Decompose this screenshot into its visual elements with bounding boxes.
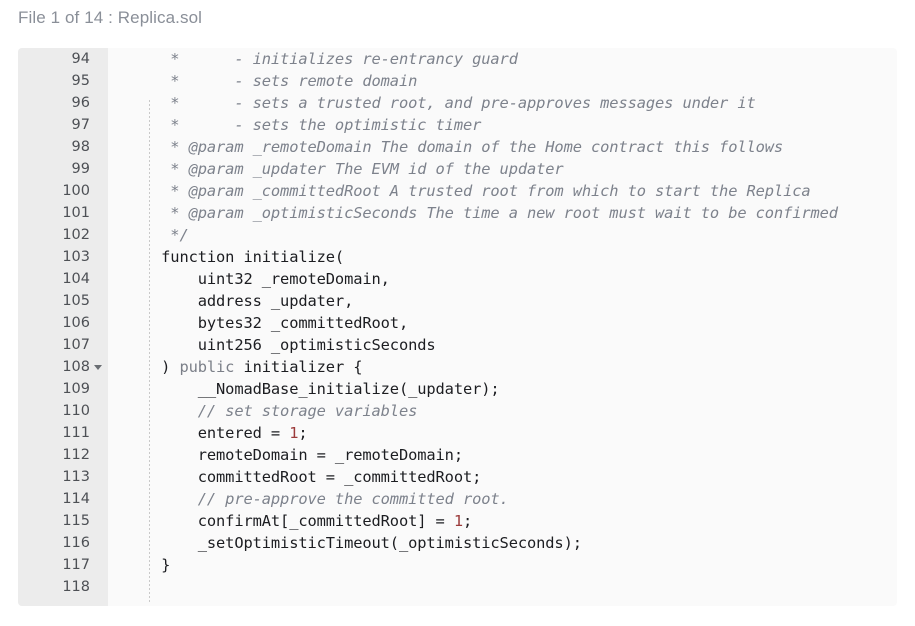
code-line-row: 111 entered = 1; bbox=[18, 422, 897, 444]
code-line-text: remoteDomain = _remoteDomain; bbox=[152, 444, 463, 466]
line-number: 106 bbox=[18, 312, 90, 334]
code-line-row: 109 __NomadBase_initialize(_updater); bbox=[18, 378, 897, 400]
line-number: 94 bbox=[18, 48, 90, 70]
code-line-row: 116 _setOptimisticTimeout(_optimisticSec… bbox=[18, 532, 897, 554]
line-number: 110 bbox=[18, 400, 90, 422]
code-block-card: 94 * - initializes re-entrancy guard95 *… bbox=[18, 48, 897, 606]
code-line-text: address _updater, bbox=[152, 290, 353, 312]
line-number: 99 bbox=[18, 158, 90, 180]
code-line-row: 94 * - initializes re-entrancy guard bbox=[18, 48, 897, 70]
line-number: 118 bbox=[18, 576, 90, 598]
line-number: 108 bbox=[18, 356, 90, 378]
code-line-text: entered = 1; bbox=[152, 422, 308, 444]
code-line-text: confirmAt[_committedRoot] = 1; bbox=[152, 510, 472, 532]
line-number: 103 bbox=[18, 246, 90, 268]
code-line-text: // set storage variables bbox=[152, 400, 417, 422]
line-number: 112 bbox=[18, 444, 90, 466]
line-number: 111 bbox=[18, 422, 90, 444]
code-line-text: */ bbox=[152, 224, 189, 246]
code-line-text: * - sets remote domain bbox=[152, 70, 417, 92]
code-line-text: } bbox=[152, 554, 170, 576]
code-line-text: * - initializes re-entrancy guard bbox=[152, 48, 518, 70]
code-line-row: 118 bbox=[18, 576, 897, 598]
code-line-row: 97 * - sets the optimistic timer bbox=[18, 114, 897, 136]
code-line-row: 96 * - sets a trusted root, and pre-appr… bbox=[18, 92, 897, 114]
code-line-text: ) public initializer { bbox=[152, 356, 362, 378]
line-number: 95 bbox=[18, 70, 90, 92]
code-line-text: * @param _committedRoot A trusted root f… bbox=[152, 180, 811, 202]
code-line-row: 112 remoteDomain = _remoteDomain; bbox=[18, 444, 897, 466]
code-line-text: _setOptimisticTimeout(_optimisticSeconds… bbox=[152, 532, 582, 554]
file-header-label: File 1 of 14 : Replica.sol bbox=[18, 6, 202, 30]
code-line-text: // pre-approve the committed root. bbox=[152, 488, 509, 510]
code-line-row: 106 bytes32 _committedRoot, bbox=[18, 312, 897, 334]
code-line-text: bytes32 _committedRoot, bbox=[152, 312, 408, 334]
line-number: 113 bbox=[18, 466, 90, 488]
line-number: 105 bbox=[18, 290, 90, 312]
code-line-text: __NomadBase_initialize(_updater); bbox=[152, 378, 500, 400]
code-line-row: 103 function initialize( bbox=[18, 246, 897, 268]
code-line-text: * @param _remoteDomain The domain of the… bbox=[152, 136, 783, 158]
line-number: 97 bbox=[18, 114, 90, 136]
line-number: 98 bbox=[18, 136, 90, 158]
line-number: 117 bbox=[18, 554, 90, 576]
code-line-row: 110 // set storage variables bbox=[18, 400, 897, 422]
code-line-row: 99 * @param _updater The EVM id of the u… bbox=[18, 158, 897, 180]
code-line-row: 105 address _updater, bbox=[18, 290, 897, 312]
code-line-row: 117 } bbox=[18, 554, 897, 576]
line-number: 114 bbox=[18, 488, 90, 510]
line-number: 104 bbox=[18, 268, 90, 290]
code-line-text: committedRoot = _committedRoot; bbox=[152, 466, 481, 488]
line-number: 101 bbox=[18, 202, 90, 224]
code-line-text: uint32 _remoteDomain, bbox=[152, 268, 390, 290]
code-line-row: 101 * @param _optimisticSeconds The time… bbox=[18, 202, 897, 224]
code-line-text: * @param _updater The EVM id of the upda… bbox=[152, 158, 564, 180]
code-line-row: 104 uint32 _remoteDomain, bbox=[18, 268, 897, 290]
line-number: 107 bbox=[18, 334, 90, 356]
code-line-row: 95 * - sets remote domain bbox=[18, 70, 897, 92]
line-number: 115 bbox=[18, 510, 90, 532]
code-line-text: uint256 _optimisticSeconds bbox=[152, 334, 436, 356]
code-line-text: * - sets a trusted root, and pre-approve… bbox=[152, 92, 756, 114]
line-number: 102 bbox=[18, 224, 90, 246]
code-line-row: 108 ) public initializer { bbox=[18, 356, 897, 378]
code-line-row: 115 confirmAt[_committedRoot] = 1; bbox=[18, 510, 897, 532]
code-line-text: * - sets the optimistic timer bbox=[152, 114, 481, 136]
code-line-row: 113 committedRoot = _committedRoot; bbox=[18, 466, 897, 488]
code-line-row: 98 * @param _remoteDomain The domain of … bbox=[18, 136, 897, 158]
code-line-text: * @param _optimisticSeconds The time a n… bbox=[152, 202, 838, 224]
chevron-down-icon[interactable] bbox=[93, 356, 105, 378]
code-line-text: function initialize( bbox=[152, 246, 344, 268]
line-number: 116 bbox=[18, 532, 90, 554]
code-line-row: 107 uint256 _optimisticSeconds bbox=[18, 334, 897, 356]
code-line-row: 114 // pre-approve the committed root. bbox=[18, 488, 897, 510]
code-line-row: 100 * @param _committedRoot A trusted ro… bbox=[18, 180, 897, 202]
line-number: 109 bbox=[18, 378, 90, 400]
code-file-viewer: File 1 of 14 : Replica.sol 94 * - initia… bbox=[0, 0, 915, 626]
line-number: 100 bbox=[18, 180, 90, 202]
code-line-row: 102 */ bbox=[18, 224, 897, 246]
line-number: 96 bbox=[18, 92, 90, 114]
code-lines-container: 94 * - initializes re-entrancy guard95 *… bbox=[18, 48, 897, 606]
